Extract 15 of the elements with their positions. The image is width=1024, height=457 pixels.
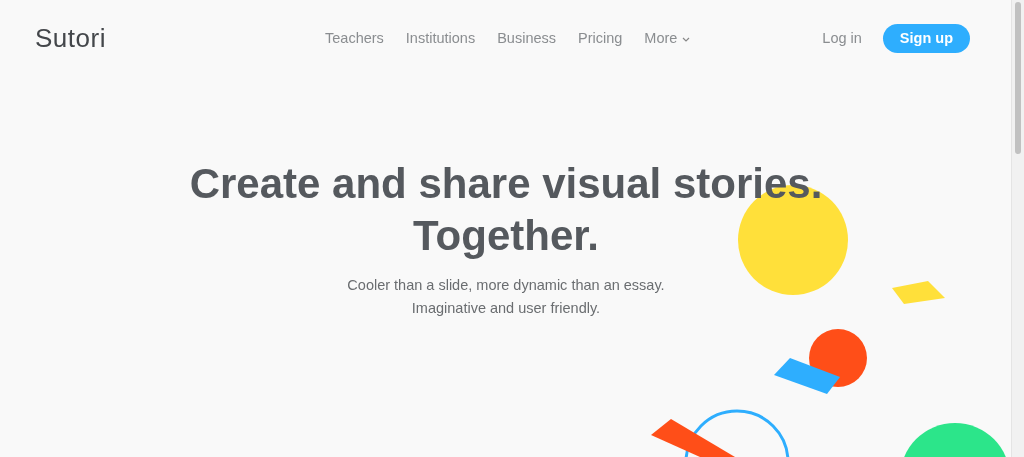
hero-title: Together. <box>413 211 599 261</box>
signup-button[interactable]: Sign up <box>882 23 970 53</box>
scrollbar-thumb[interactable] <box>1015 2 1021 154</box>
hero-subtitle: Imaginative and user friendly. <box>411 299 601 318</box>
login-link[interactable]: Log in <box>822 30 862 46</box>
hero-subtitle: Cooler than a slide, more dynamic than an essay. <box>347 276 665 295</box>
nav-link[interactable]: More <box>644 30 691 46</box>
nav-link[interactable]: Business <box>497 30 556 46</box>
nav-link[interactable]: Institutions <box>405 30 476 46</box>
nav-link[interactable]: Teachers <box>325 30 384 46</box>
chevron-icon <box>682 36 691 42</box>
scrollbar[interactable] <box>1011 0 1024 457</box>
nav-link[interactable]: Pricing <box>578 30 623 46</box>
logo[interactable]: Sutori <box>35 22 325 54</box>
hero-title: Create and share visual stories. <box>189 159 823 209</box>
